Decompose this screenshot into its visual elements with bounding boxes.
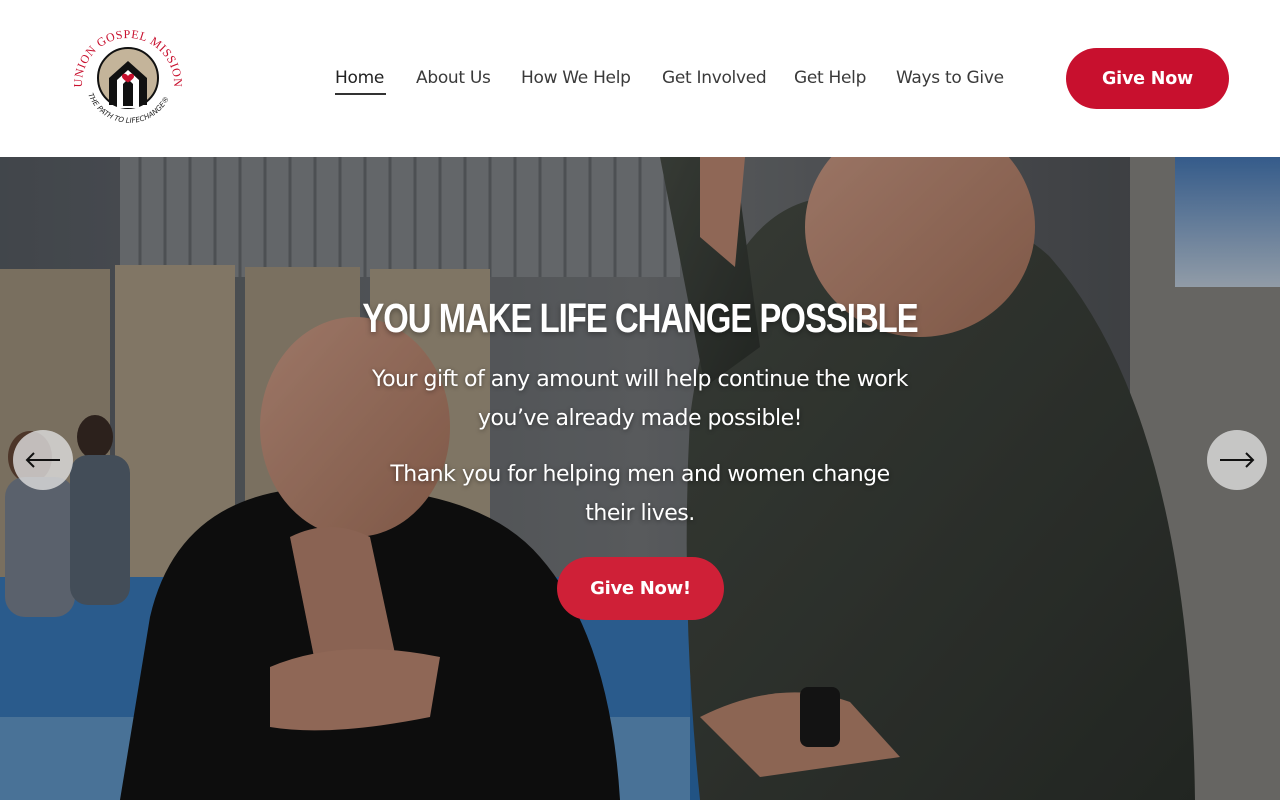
nav-item-get-involved[interactable]: Get Involved (662, 66, 767, 90)
union-gospel-mission-logo[interactable]: UNION GOSPEL MISSION THE PATH TO LIFECHA… (68, 20, 188, 136)
hero-slider: You Make Life Change Possible Your gift … (0, 157, 1280, 800)
hero-give-now-button[interactable]: Give Now! (557, 557, 724, 620)
site-header: UNION GOSPEL MISSION THE PATH TO LIFECHA… (0, 0, 1280, 157)
arrow-left-icon (25, 452, 60, 468)
give-now-button[interactable]: Give Now (1066, 48, 1229, 109)
nav-item-home[interactable]: Home (335, 66, 384, 90)
hero-title: You Make Life Change Possible (362, 295, 918, 341)
slider-next-button[interactable] (1207, 430, 1267, 490)
nav-item-about-us[interactable]: About Us (416, 66, 491, 90)
hero-paragraph-thanks-line-1: Thank you for helping men and women chan… (390, 462, 890, 487)
hero-paragraph-thanks-line-2: their lives. (585, 501, 695, 526)
hero-paragraph-gift-line-1: Your gift of any amount will help contin… (372, 367, 908, 392)
hero-paragraph-gift-line-2: you’ve already made possible! (478, 406, 802, 431)
arrow-right-icon (1220, 452, 1255, 468)
nav-item-get-help[interactable]: Get Help (794, 66, 866, 90)
slider-prev-button[interactable] (13, 430, 73, 490)
active-nav-underline (335, 93, 386, 95)
hero-paragraph-gift: Your gift of any amount will help contin… (350, 360, 930, 438)
nav-item-ways-to-give[interactable]: Ways to Give (896, 66, 1004, 90)
nav-item-how-we-help[interactable]: How We Help (521, 66, 631, 90)
hero-paragraph-thanks: Thank you for helping men and women chan… (350, 455, 930, 533)
